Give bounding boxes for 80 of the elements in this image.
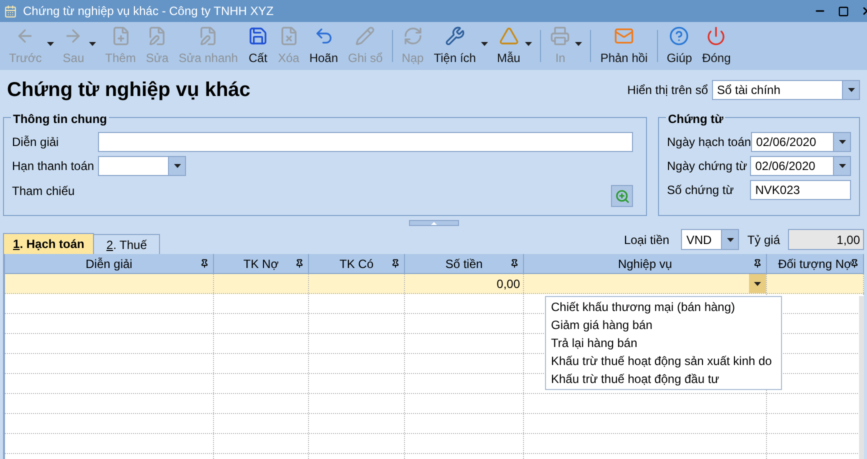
dropdown-item[interactable]: Chiết khấu thương mại (bán hàng) xyxy=(546,298,777,316)
maximize-icon[interactable] xyxy=(838,6,849,16)
field-label: Số chứng từ xyxy=(667,182,735,199)
pin-icon xyxy=(510,259,519,268)
field-label: Hạn thanh toán xyxy=(12,158,96,175)
collapse-handle[interactable] xyxy=(408,220,458,226)
magnifier-plus-icon xyxy=(614,188,630,204)
column-header[interactable]: Diễn giải xyxy=(5,254,214,273)
dropdown-caret-icon xyxy=(46,42,54,46)
column-header[interactable]: Nghiệp vụ xyxy=(524,254,767,273)
toolbar-button[interactable]: Phản hồi xyxy=(595,22,653,70)
help-icon xyxy=(669,26,690,46)
field-label: Tham chiếu xyxy=(12,183,76,200)
pencil-icon xyxy=(355,26,376,46)
app-icon xyxy=(4,4,17,18)
dropdown-caret-icon xyxy=(525,42,532,46)
window-title: Chứng từ nghiệp vụ khác - Công ty TNHH XYZ xyxy=(23,3,274,20)
envelope-icon xyxy=(614,26,634,46)
pin-icon xyxy=(391,259,400,268)
pin-icon xyxy=(753,259,762,268)
dropdown-button[interactable] xyxy=(721,230,738,249)
description-field[interactable] xyxy=(98,132,633,152)
refresh-icon xyxy=(402,26,423,46)
dropdown-button[interactable] xyxy=(168,157,185,175)
dropdown-button[interactable] xyxy=(833,133,850,151)
page-heading: Chứng từ nghiệp vụ khác xyxy=(7,78,250,103)
field-label: Ngày hạch toán xyxy=(667,134,752,151)
tab[interactable]: 1. Hạch toán xyxy=(3,233,94,254)
document-plus-icon xyxy=(110,26,130,46)
field-label: Hiển thị trên sổ xyxy=(627,82,708,99)
caret-icon xyxy=(838,140,846,144)
date-select[interactable]: 02/06/2020 xyxy=(751,132,851,152)
dropdown-caret-icon xyxy=(89,42,96,46)
pin-icon xyxy=(850,259,859,268)
toolbar-button[interactable]: Cất xyxy=(242,22,273,70)
book-select[interactable]: Sổ tài chính xyxy=(712,80,860,100)
table-cell-text: 0,00 xyxy=(496,276,521,292)
column-header[interactable]: Đối tượng Nợ xyxy=(767,254,864,273)
toolbar-button[interactable]: Mẫu xyxy=(492,22,526,70)
field-label: Loại tiền xyxy=(624,232,670,248)
field-label: Diễn giải xyxy=(12,134,60,151)
exchange-rate-field[interactable]: 1,00 xyxy=(788,229,864,250)
pin-icon xyxy=(200,259,209,268)
dropdown-item[interactable]: Giảm giá hàng bán xyxy=(546,316,777,334)
document-pen-icon xyxy=(147,26,168,46)
dropdown-item[interactable]: Khấu trừ thuế hoạt động sản xuất kinh do xyxy=(546,352,777,370)
toolbar-button[interactable]: Giúp xyxy=(662,22,698,70)
caret-icon xyxy=(848,88,854,92)
tab[interactable]: 2. Thuế xyxy=(94,234,160,254)
column-header[interactable]: TK Có xyxy=(309,254,405,273)
dropdown-item[interactable]: Trả lại hàng bán xyxy=(546,334,777,352)
dropdown-caret-icon xyxy=(480,42,488,46)
save-icon xyxy=(248,26,268,46)
document-pen-icon xyxy=(198,26,218,46)
toolbar-button[interactable]: Tiện ích xyxy=(428,22,481,70)
date-select[interactable]: 02/06/2020 xyxy=(750,156,851,176)
grid-row[interactable]: 0,00 xyxy=(5,274,864,294)
caret-icon xyxy=(726,238,734,242)
dropdown-button[interactable] xyxy=(749,274,766,293)
dropdown-button[interactable] xyxy=(833,157,850,175)
caret-icon xyxy=(174,164,180,168)
voucher-number-field[interactable]: NVK023 xyxy=(750,180,851,200)
undo-icon xyxy=(314,26,334,46)
wrench-icon xyxy=(444,26,465,46)
power-icon xyxy=(706,26,726,46)
toolbar-button[interactable]: Đóng xyxy=(697,22,736,70)
pin-icon xyxy=(295,259,304,268)
currency-select[interactable]: VND xyxy=(681,229,740,250)
dropdown-item[interactable]: Khấu trừ thuế hoạt động đầu tư xyxy=(546,370,777,388)
caret-icon xyxy=(838,164,846,168)
dropdown-button[interactable] xyxy=(842,81,859,99)
dropdown-caret-icon xyxy=(575,42,582,46)
column-header[interactable]: Số tiền xyxy=(405,254,524,273)
field-label: Tỷ giá xyxy=(747,232,780,248)
column-header[interactable]: TK Nợ xyxy=(214,254,309,273)
printer-icon xyxy=(550,26,570,46)
caret-icon xyxy=(754,282,761,286)
document-x-icon xyxy=(278,26,299,46)
toolbar-button[interactable]: Hoãn xyxy=(304,22,344,70)
field-label: Ngày chứng từ xyxy=(667,158,748,175)
